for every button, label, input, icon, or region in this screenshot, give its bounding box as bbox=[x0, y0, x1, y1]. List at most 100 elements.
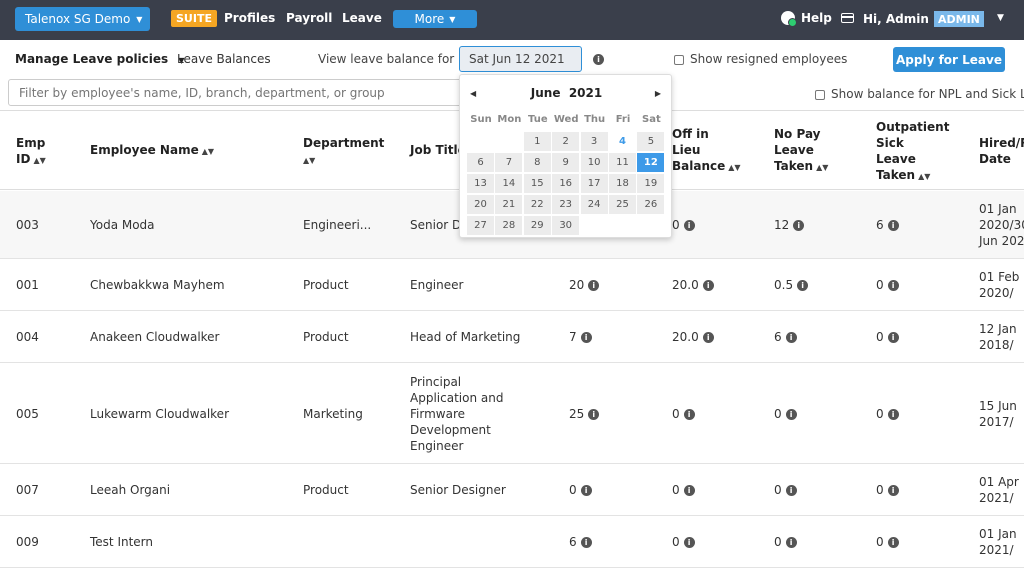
calendar-day[interactable]: 11 bbox=[609, 153, 636, 172]
table-row[interactable]: 005 Lukewarm Cloudwalker Marketing Principa… bbox=[0, 363, 1024, 464]
calendar-day[interactable]: 20 bbox=[467, 195, 494, 214]
next-month-icon[interactable]: ▶ bbox=[655, 89, 661, 98]
table-row[interactable]: 001 Chewbakkwa Mayhem Product Engineer 20 i 20… bbox=[0, 259, 1024, 311]
table-row[interactable]: 007 Leeah Organi Product Senior Designer 0 i 0… bbox=[0, 464, 1024, 516]
leave-balances-link[interactable]: Leave Balances bbox=[177, 52, 271, 66]
no-pay-cell: 12 i bbox=[774, 217, 805, 233]
info-icon[interactable]: i bbox=[588, 409, 600, 420]
info-icon[interactable]: i bbox=[797, 280, 809, 291]
sort-icon: ▲▼ bbox=[303, 156, 316, 165]
calendar-day[interactable]: 18 bbox=[609, 174, 636, 193]
info-icon[interactable]: i bbox=[785, 332, 797, 343]
info-icon[interactable]: i bbox=[593, 54, 604, 65]
calendar-day[interactable]: 9 bbox=[552, 153, 580, 172]
employee-name-cell: Leeah Organi bbox=[90, 483, 171, 497]
calendar-day[interactable]: 7 bbox=[495, 153, 523, 172]
info-icon[interactable]: i bbox=[887, 280, 899, 291]
calendar-day[interactable]: 24 bbox=[580, 195, 608, 214]
user-greeting[interactable]: Hi, Admin bbox=[863, 12, 929, 26]
nav-payroll[interactable]: Payroll bbox=[286, 11, 332, 25]
calendar-day[interactable]: 14 bbox=[495, 174, 523, 193]
header-text: Taken bbox=[774, 159, 814, 173]
help-link[interactable]: Help bbox=[781, 11, 832, 27]
header-hired-date[interactable]: Hired/R Date bbox=[979, 135, 1024, 167]
job-title-cell-line: Application and bbox=[410, 391, 504, 405]
info-icon[interactable]: i bbox=[887, 537, 899, 548]
table-row[interactable]: 009 Test Intern 6 i 0 i 0 i 0 i 01 Jan 2021/ bbox=[0, 516, 1024, 568]
calendar-day[interactable]: 6 bbox=[467, 153, 494, 172]
manage-leave-policies-dropdown[interactable]: Manage Leave policies ▼ bbox=[15, 52, 185, 66]
calendar-day[interactable]: 19 bbox=[637, 174, 665, 193]
info-icon[interactable]: i bbox=[683, 485, 695, 496]
header-department[interactable]: Department ▲▼ bbox=[303, 135, 384, 169]
info-icon[interactable]: i bbox=[683, 220, 695, 231]
show-npl-checkbox[interactable]: Show balance for NPL and Sick Le bbox=[815, 87, 1024, 101]
info-icon[interactable]: i bbox=[887, 332, 899, 343]
calendar-day[interactable]: 15 bbox=[523, 174, 551, 193]
header-off-in-lieu[interactable]: Off in Lieu Balance ▲▼ bbox=[672, 126, 741, 176]
datepicker-year[interactable]: 2021 bbox=[569, 86, 602, 100]
info-icon[interactable]: i bbox=[702, 280, 714, 291]
calendar-day[interactable]: 23 bbox=[552, 195, 580, 214]
billing-card-icon[interactable] bbox=[841, 13, 854, 23]
apply-for-leave-button[interactable]: Apply for Leave bbox=[893, 47, 1005, 72]
calendar-day[interactable]: 28 bbox=[495, 216, 523, 235]
table-row[interactable]: 004 Anakeen Cloudwalker Product Head of Mar… bbox=[0, 311, 1024, 363]
calendar-day[interactable]: 4 bbox=[609, 132, 636, 151]
calendar-day[interactable]: 21 bbox=[495, 195, 523, 214]
calendar-day[interactable]: 17 bbox=[580, 174, 608, 193]
datepicker-title: June 2021 bbox=[460, 86, 673, 100]
info-icon[interactable]: i bbox=[580, 485, 592, 496]
info-icon[interactable]: i bbox=[702, 332, 714, 343]
checkbox-icon[interactable] bbox=[674, 54, 684, 65]
date-input[interactable] bbox=[459, 46, 582, 72]
off-in-lieu-cell: 0i bbox=[672, 534, 695, 550]
calendar-day[interactable]: 29 bbox=[523, 216, 551, 235]
calendar-day[interactable]: 2 bbox=[552, 132, 580, 151]
calendar-day[interactable]: 1 bbox=[523, 132, 551, 151]
calendar-day[interactable]: 30 bbox=[552, 216, 580, 235]
calendar-day[interactable]: 12 bbox=[637, 153, 665, 172]
calendar-day[interactable]: 8 bbox=[523, 153, 551, 172]
header-no-pay-leave[interactable]: No Pay Leave Taken ▲▼ bbox=[774, 126, 828, 176]
info-icon[interactable]: i bbox=[785, 485, 797, 496]
off-in-lieu-cell: 0i bbox=[672, 482, 695, 498]
show-resigned-checkbox[interactable]: Show resigned employees bbox=[674, 52, 847, 66]
info-icon[interactable]: i bbox=[887, 409, 899, 420]
checkbox-icon[interactable] bbox=[815, 89, 825, 100]
info-icon[interactable]: i bbox=[683, 409, 695, 420]
calendar-day[interactable]: 10 bbox=[580, 153, 608, 172]
nav-leave[interactable]: Leave bbox=[342, 11, 382, 25]
header-emp-id[interactable]: Emp ID ▲▼ bbox=[16, 135, 46, 169]
company-selector-button[interactable]: Talenox SG Demo ▼ bbox=[15, 7, 150, 31]
hired-date-cell-line: Jun 202 bbox=[979, 234, 1024, 248]
calendar-day[interactable]: 16 bbox=[552, 174, 580, 193]
info-icon[interactable]: i bbox=[785, 537, 797, 548]
filter-input[interactable] bbox=[8, 79, 463, 106]
nav-profiles[interactable]: Profiles bbox=[224, 11, 275, 25]
info-icon[interactable]: i bbox=[887, 485, 899, 496]
calendar-day[interactable]: 27 bbox=[467, 216, 494, 235]
info-icon[interactable]: i bbox=[793, 220, 805, 231]
info-icon[interactable]: i bbox=[588, 280, 600, 291]
info-icon[interactable]: i bbox=[683, 537, 695, 548]
leave-balance-cell: 6i bbox=[569, 534, 592, 550]
calendar-day[interactable]: 22 bbox=[523, 195, 551, 214]
calendar-day[interactable]: 3 bbox=[580, 132, 608, 151]
calendar-day[interactable]: 5 bbox=[637, 132, 665, 151]
header-job-title[interactable]: Job Title bbox=[410, 142, 466, 158]
info-icon[interactable]: i bbox=[887, 220, 899, 231]
header-outpatient-sick[interactable]: Outpatient Sick Leave Taken ▲▼ bbox=[876, 119, 949, 185]
calendar-day[interactable]: 26 bbox=[637, 195, 665, 214]
header-employee-name[interactable]: Employee Name ▲▼ bbox=[90, 142, 214, 160]
calendar-day[interactable]: 13 bbox=[467, 174, 494, 193]
more-button[interactable]: More ▼ bbox=[393, 10, 477, 28]
calendar-day[interactable]: 25 bbox=[609, 195, 636, 214]
emp-id-cell: 004 bbox=[16, 330, 39, 344]
info-icon[interactable]: i bbox=[580, 537, 592, 548]
user-menu-caret-icon[interactable]: ▼ bbox=[997, 13, 1004, 23]
job-title-cell: Head of Marketing bbox=[410, 329, 520, 345]
datepicker-month[interactable]: June bbox=[531, 86, 561, 100]
info-icon[interactable]: i bbox=[785, 409, 797, 420]
info-icon[interactable]: i bbox=[580, 332, 592, 343]
